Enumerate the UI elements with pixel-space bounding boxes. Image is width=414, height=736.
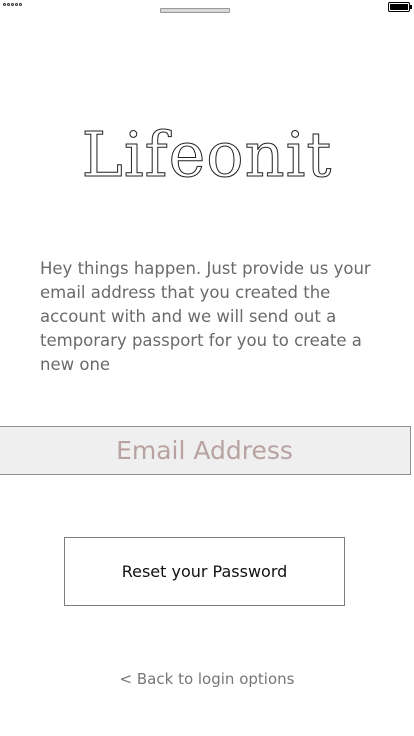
instructions-text: Hey things happen. Just provide us your … xyxy=(40,259,371,374)
reset-password-button[interactable]: Reset your Password xyxy=(64,537,345,606)
status-bar xyxy=(0,0,414,20)
camera-notch xyxy=(160,8,230,13)
battery-icon xyxy=(388,2,412,12)
app-logo: Lifeonit xyxy=(81,118,333,192)
back-to-login-link[interactable]: < Back to login options xyxy=(0,670,414,688)
email-field[interactable] xyxy=(0,427,410,474)
signal-dots-icon xyxy=(3,3,22,6)
email-field-container xyxy=(0,426,411,475)
